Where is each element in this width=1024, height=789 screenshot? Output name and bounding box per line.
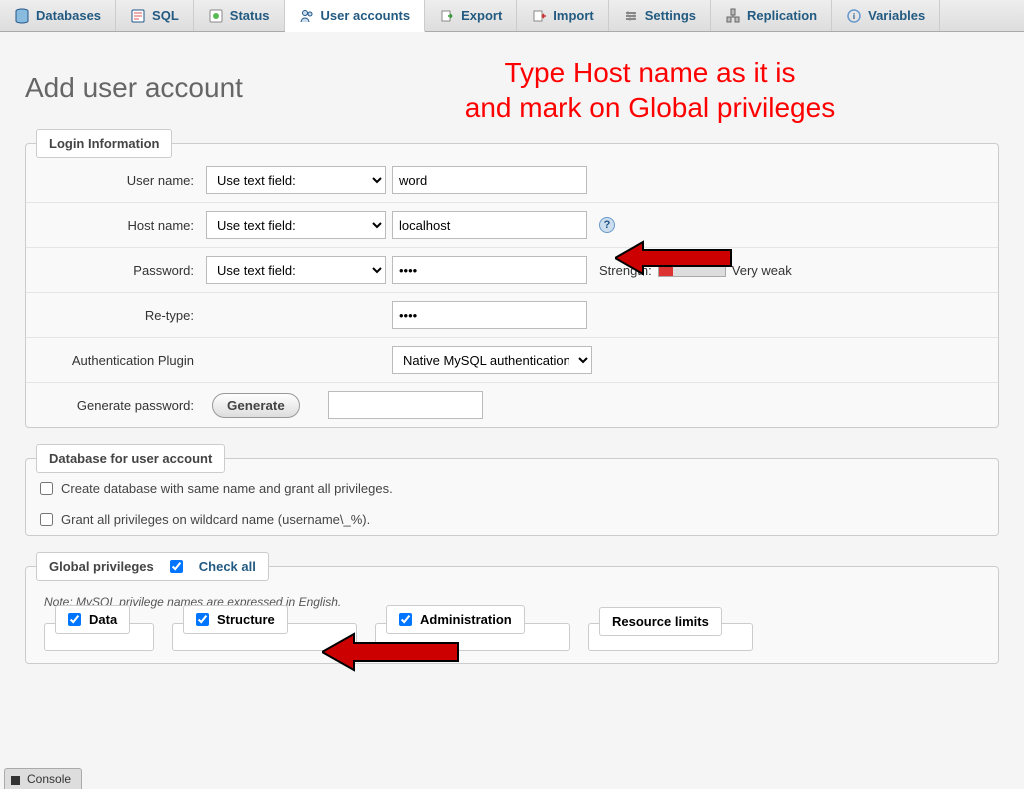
help-icon[interactable]: ?	[599, 217, 615, 233]
tab-settings[interactable]: Settings	[609, 0, 711, 31]
priv-structure-label: Structure	[217, 612, 275, 627]
annotation-line2: and mark on Global privileges	[370, 90, 930, 125]
create-db-label: Create database with same name and grant…	[61, 481, 393, 496]
username-mode-select[interactable]: Use text field:	[206, 166, 386, 194]
tab-sql[interactable]: SQL	[116, 0, 194, 31]
tab-variables[interactable]: i Variables	[832, 0, 940, 31]
retype-label: Re-type:	[36, 308, 206, 323]
priv-resource-box: Resource limits	[588, 623, 753, 651]
auth-plugin-select[interactable]: Native MySQL authentication	[392, 346, 592, 374]
tab-databases[interactable]: Databases	[0, 0, 116, 31]
wildcard-label: Grant all privileges on wildcard name (u…	[61, 512, 370, 527]
priv-admin-label: Administration	[420, 612, 512, 627]
priv-resource-label: Resource limits	[612, 614, 709, 629]
tab-settings-label: Settings	[645, 8, 696, 23]
login-legend: Login Information	[36, 129, 172, 158]
password-label: Password:	[36, 263, 206, 278]
username-input[interactable]	[392, 166, 587, 194]
tab-variables-label: Variables	[868, 8, 925, 23]
priv-admin-checkbox[interactable]	[399, 613, 412, 626]
tab-replication-label: Replication	[747, 8, 817, 23]
retype-input[interactable]	[392, 301, 587, 329]
priv-data-checkbox[interactable]	[68, 613, 81, 626]
console-toggle[interactable]: Console	[4, 768, 82, 789]
tab-export-label: Export	[461, 8, 502, 23]
generate-button[interactable]: Generate	[212, 393, 300, 418]
tab-import[interactable]: Import	[517, 0, 608, 31]
tab-export[interactable]: Export	[425, 0, 517, 31]
password-input[interactable]	[392, 256, 587, 284]
wildcard-checkbox[interactable]	[40, 513, 53, 526]
tutorial-annotation: Type Host name as it is and mark on Glob…	[370, 55, 930, 125]
sql-icon	[130, 8, 146, 24]
global-privileges-legend: Global privileges Check all	[36, 552, 269, 581]
page-content: Add user account Login Information User …	[0, 32, 1024, 700]
generated-password-input[interactable]	[328, 391, 483, 419]
databases-icon	[14, 8, 30, 24]
export-icon	[439, 8, 455, 24]
tab-status[interactable]: Status	[194, 0, 285, 31]
checkall-checkbox[interactable]	[170, 560, 183, 573]
generate-password-label: Generate password:	[36, 398, 206, 413]
priv-data-label: Data	[89, 612, 117, 627]
username-label: User name:	[36, 173, 206, 188]
tab-status-label: Status	[230, 8, 270, 23]
arrow-global-privileges	[322, 630, 462, 674]
database-for-user-fieldset: Database for user account Create databas…	[25, 444, 999, 536]
tab-sql-label: SQL	[152, 8, 179, 23]
settings-icon	[623, 8, 639, 24]
hostname-input[interactable]	[392, 211, 587, 239]
login-information-fieldset: Login Information User name: Use text fi…	[25, 129, 999, 428]
replication-icon	[725, 8, 741, 24]
annotation-line1: Type Host name as it is	[370, 55, 930, 90]
checkall-link[interactable]: Check all	[199, 559, 256, 574]
tab-user-accounts[interactable]: User accounts	[285, 0, 426, 32]
svg-text:i: i	[853, 12, 855, 21]
strength-rating: Very weak	[732, 263, 792, 278]
tab-databases-label: Databases	[36, 8, 101, 23]
users-icon	[299, 8, 315, 24]
hostname-mode-select[interactable]: Use text field:	[206, 211, 386, 239]
top-tabs: Databases SQL Status User accounts Expor…	[0, 0, 1024, 32]
auth-plugin-label: Authentication Plugin	[36, 353, 206, 368]
tab-import-label: Import	[553, 8, 593, 23]
password-mode-select[interactable]: Use text field:	[206, 256, 386, 284]
global-privileges-fieldset: Global privileges Check all Note: MySQL …	[25, 552, 999, 664]
variables-icon: i	[846, 8, 862, 24]
db-legend: Database for user account	[36, 444, 225, 473]
priv-structure-checkbox[interactable]	[196, 613, 209, 626]
gp-legend-text: Global privileges	[49, 559, 154, 574]
import-icon	[531, 8, 547, 24]
tab-users-label: User accounts	[321, 8, 411, 23]
tab-replication[interactable]: Replication	[711, 0, 832, 31]
status-icon	[208, 8, 224, 24]
hostname-label: Host name:	[36, 218, 206, 233]
priv-data-box: Data	[44, 623, 154, 651]
create-db-checkbox[interactable]	[40, 482, 53, 495]
arrow-hostname	[615, 238, 735, 278]
